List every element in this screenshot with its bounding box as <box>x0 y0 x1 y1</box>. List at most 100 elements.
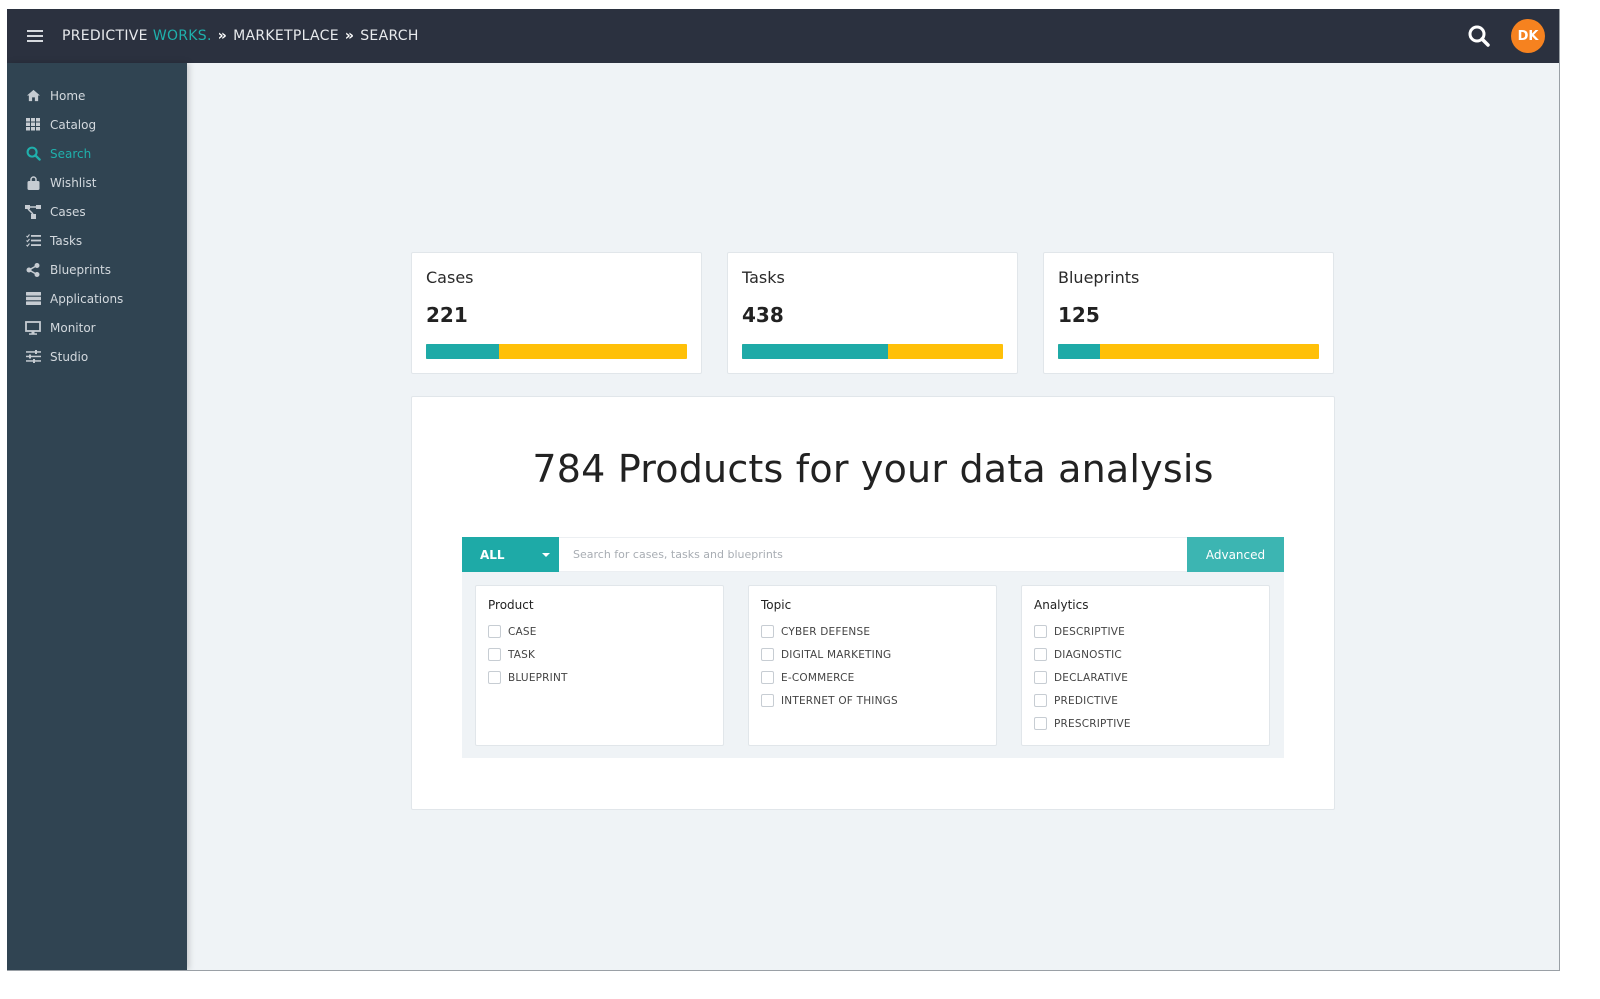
sliders-icon <box>25 349 41 365</box>
filter-option-label: TASK <box>508 648 536 661</box>
filter-option[interactable]: DESCRIPTIVE <box>1034 620 1257 643</box>
brand-accent[interactable]: WORKS. <box>153 28 212 44</box>
search-panel: 784 Products for your data analysis ALL … <box>411 396 1335 810</box>
server-icon <box>25 291 41 307</box>
filter-option-label: DIAGNOSTIC <box>1054 648 1122 661</box>
page-title: 784 Products for your data analysis <box>532 447 1214 491</box>
task-list-icon <box>25 233 41 249</box>
scope-dropdown[interactable]: ALL <box>462 537 559 572</box>
checkbox[interactable] <box>1034 671 1047 684</box>
checkbox[interactable] <box>1034 625 1047 638</box>
advanced-search-button[interactable]: Advanced <box>1187 537 1284 572</box>
filter-option-label: BLUEPRINT <box>508 671 568 684</box>
sidebar-item-label: Cases <box>50 204 86 219</box>
filter-title: Analytics <box>1034 598 1089 612</box>
sidebar-item-label: Studio <box>50 349 89 364</box>
checkbox[interactable] <box>1034 717 1047 730</box>
stat-progress-fill <box>1058 344 1100 359</box>
sidebar-item-cases[interactable]: Cases <box>7 197 187 226</box>
stat-progress-fill <box>742 344 889 359</box>
sidebar: Home Catalog Search Wishlist Cases Tasks… <box>7 63 187 970</box>
sidebar-item-label: Search <box>50 146 92 161</box>
filter-option[interactable]: PRESCRIPTIVE <box>1034 712 1257 735</box>
sitemap-icon <box>25 204 41 220</box>
filter-group-analytics: Analytics DESCRIPTIVE DIAGNOSTIC DECLARA… <box>1021 585 1270 746</box>
checkbox[interactable] <box>761 694 774 707</box>
menu-icon[interactable] <box>27 30 43 42</box>
caret-down-icon <box>542 553 550 557</box>
home-icon <box>25 88 41 104</box>
stat-value: 221 <box>426 303 468 327</box>
filter-option[interactable]: DECLARATIVE <box>1034 666 1257 689</box>
stat-progress-fill <box>426 344 500 359</box>
sidebar-item-label: Tasks <box>50 233 83 248</box>
stat-value: 125 <box>1058 303 1100 327</box>
checkbox[interactable] <box>488 648 501 661</box>
stat-card-blueprints[interactable]: Blueprints 125 <box>1043 252 1334 374</box>
filter-option[interactable]: TASK <box>488 643 711 666</box>
sidebar-item-label: Blueprints <box>50 262 112 277</box>
checkbox[interactable] <box>761 671 774 684</box>
filter-option[interactable]: INTERNET OF THINGS <box>761 689 984 712</box>
sidebar-item-wishlist[interactable]: Wishlist <box>7 168 187 197</box>
top-bar: PREDICTIVE WORKS. » MARKETPLACE » SEARCH… <box>7 9 1559 63</box>
filter-option-label: DIGITAL MARKETING <box>781 648 892 661</box>
stat-progress-bar <box>742 344 1003 359</box>
filter-title: Product <box>488 598 534 612</box>
sidebar-item-blueprints[interactable]: Blueprints <box>7 255 187 284</box>
filter-option-label: INTERNET OF THINGS <box>781 694 898 707</box>
filter-title: Topic <box>761 598 792 612</box>
stat-progress-bar <box>426 344 687 359</box>
checkbox[interactable] <box>1034 648 1047 661</box>
stat-value: 438 <box>742 303 784 327</box>
search-icon <box>25 146 41 162</box>
filter-option-label: CASE <box>508 625 537 638</box>
filter-option[interactable]: CASE <box>488 620 711 643</box>
share-icon <box>25 262 41 278</box>
sidebar-item-studio[interactable]: Studio <box>7 342 187 371</box>
stat-title: Blueprints <box>1058 268 1140 287</box>
checkbox[interactable] <box>761 648 774 661</box>
sidebar-item-applications[interactable]: Applications <box>7 284 187 313</box>
sidebar-item-home[interactable]: Home <box>7 81 187 110</box>
stat-card-cases[interactable]: Cases 221 <box>411 252 702 374</box>
filter-group-product: Product CASE TASK BLUEPRINT <box>475 585 724 746</box>
scope-dropdown-value: ALL <box>480 547 505 562</box>
checkbox[interactable] <box>488 625 501 638</box>
breadcrumb-separator-icon: » <box>344 28 355 44</box>
sidebar-item-label: Catalog <box>50 117 97 132</box>
sidebar-item-search[interactable]: Search <box>7 139 187 168</box>
search-icon[interactable] <box>1465 22 1493 50</box>
avatar[interactable]: DK <box>1511 19 1545 53</box>
breadcrumb-separator-icon: » <box>217 28 228 44</box>
sidebar-item-tasks[interactable]: Tasks <box>7 226 187 255</box>
filter-option[interactable]: DIGITAL MARKETING <box>761 643 984 666</box>
monitor-icon <box>25 320 41 336</box>
search-input[interactable] <box>559 537 1187 572</box>
filter-option[interactable]: DIAGNOSTIC <box>1034 643 1257 666</box>
search-bar: ALL Advanced <box>462 537 1284 572</box>
checkbox[interactable] <box>1034 694 1047 707</box>
breadcrumb-marketplace[interactable]: MARKETPLACE <box>233 28 339 44</box>
sidebar-item-label: Wishlist <box>50 175 97 190</box>
filter-option[interactable]: PREDICTIVE <box>1034 689 1257 712</box>
sidebar-item-label: Applications <box>50 291 124 306</box>
filter-option[interactable]: BLUEPRINT <box>488 666 711 689</box>
stat-title: Tasks <box>742 268 785 287</box>
sidebar-item-catalog[interactable]: Catalog <box>7 110 187 139</box>
stat-title: Cases <box>426 268 474 287</box>
filter-option-label: DESCRIPTIVE <box>1054 625 1125 638</box>
app-window: PREDICTIVE WORKS. » MARKETPLACE » SEARCH… <box>7 9 1560 971</box>
filter-option[interactable]: E-COMMERCE <box>761 666 984 689</box>
filter-option-label: PREDICTIVE <box>1054 694 1119 707</box>
shopping-bag-icon <box>25 175 41 191</box>
checkbox[interactable] <box>488 671 501 684</box>
stat-card-tasks[interactable]: Tasks 438 <box>727 252 1018 374</box>
filter-option[interactable]: CYBER DEFENSE <box>761 620 984 643</box>
filter-option-label: PRESCRIPTIVE <box>1054 717 1131 730</box>
sidebar-item-monitor[interactable]: Monitor <box>7 313 187 342</box>
checkbox[interactable] <box>761 625 774 638</box>
sidebar-item-label: Monitor <box>50 320 96 335</box>
filter-area: Product CASE TASK BLUEPRINT Topic CYBER … <box>462 572 1284 758</box>
brand-name[interactable]: PREDICTIVE <box>62 28 148 44</box>
